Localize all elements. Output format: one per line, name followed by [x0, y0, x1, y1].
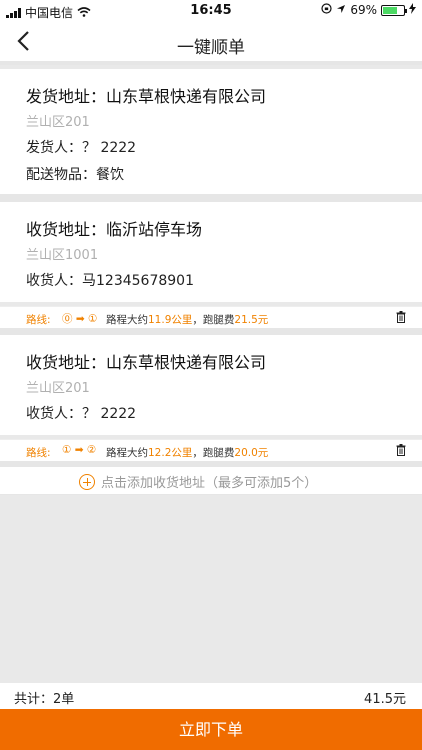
- status-bar: 中国电信 16:45 69%: [0, 0, 422, 22]
- sender-person: 发货人：？ 2222: [26, 140, 137, 156]
- receiver-address: 收货地址：山东草根快递有限公司: [26, 353, 267, 372]
- route-distance-prefix: 路程大约: [106, 314, 148, 326]
- summary-bar: 共计：2单 41.5元: [0, 683, 422, 709]
- page-title: 一键顺单: [177, 38, 245, 58]
- route-sequence: ⓪ ➡ ①: [62, 313, 98, 325]
- status-right: 69%: [321, 3, 416, 17]
- add-address-inner: 点击添加收货地址（最多可添加5个）: [79, 472, 317, 491]
- receiver-card[interactable]: 收货地址：山东草根快递有限公司 兰山区201 收货人：？ 2222: [0, 335, 422, 435]
- route-distance: 11.9公里: [148, 314, 193, 326]
- receiver-address: 收货地址：临沂站停车场: [26, 220, 203, 239]
- route-row: 路线: ① ➡ ② 路程大约12.2公里，跑腿费20.0元: [0, 439, 422, 461]
- submit-order-button[interactable]: 立即下单: [0, 709, 422, 750]
- trash-icon[interactable]: [396, 444, 406, 456]
- route-fee: 20.0元: [234, 447, 269, 459]
- charging-icon: [409, 3, 416, 17]
- order-total-price: 41.5元: [364, 692, 406, 707]
- section-divider: [0, 194, 422, 202]
- order-total-count: 共计：2单: [14, 692, 75, 707]
- add-address-button[interactable]: 点击添加收货地址（最多可添加5个）: [0, 467, 422, 495]
- receiver-person: 收货人：？ 2222: [26, 406, 137, 422]
- route-fee-prefix: ，跑腿费: [192, 447, 235, 459]
- sender-card[interactable]: 发货地址：山东草根快递有限公司 兰山区201 发货人：？ 2222 配送物品：餐…: [0, 69, 422, 194]
- receiver-address-detail: 兰山区1001: [26, 248, 99, 263]
- add-address-label: 点击添加收货地址（最多可添加5个）: [101, 476, 318, 491]
- sender-goods: 配送物品：餐饮: [26, 167, 124, 183]
- battery-level: [383, 6, 397, 14]
- battery-percent: 69%: [350, 3, 377, 17]
- route-fee: 21.5元: [234, 314, 269, 326]
- route-label: 路线:: [26, 314, 51, 326]
- route-info: 路程大约12.2公里，跑腿费20.0元: [106, 445, 268, 460]
- route-label: 路线:: [26, 447, 51, 459]
- route-info: 路程大约11.9公里，跑腿费21.5元: [106, 312, 268, 327]
- sender-address-detail: 兰山区201: [26, 115, 90, 130]
- route-row: 路线: ⓪ ➡ ① 路程大约11.9公里，跑腿费21.5元: [0, 306, 422, 328]
- location-icon: [336, 3, 346, 17]
- receiver-address-detail: 兰山区201: [26, 381, 90, 396]
- orientation-lock-icon: [321, 3, 332, 17]
- section-divider: [0, 328, 422, 335]
- battery-icon: [381, 4, 407, 16]
- route-distance-prefix: 路程大约: [106, 447, 148, 459]
- receiver-card[interactable]: 收货地址：临沂站停车场 兰山区1001 收货人：马12345678901: [0, 202, 422, 302]
- plus-circle-icon: [79, 473, 95, 490]
- sender-address: 发货地址：山东草根快递有限公司: [26, 87, 267, 106]
- route-sequence: ① ➡ ②: [62, 444, 97, 456]
- nav-bar: 一键顺单: [0, 22, 422, 65]
- trash-icon[interactable]: [396, 311, 406, 323]
- route-fee-prefix: ，跑腿费: [192, 314, 235, 326]
- route-distance: 12.2公里: [148, 447, 193, 459]
- receiver-person: 收货人：马12345678901: [26, 273, 194, 289]
